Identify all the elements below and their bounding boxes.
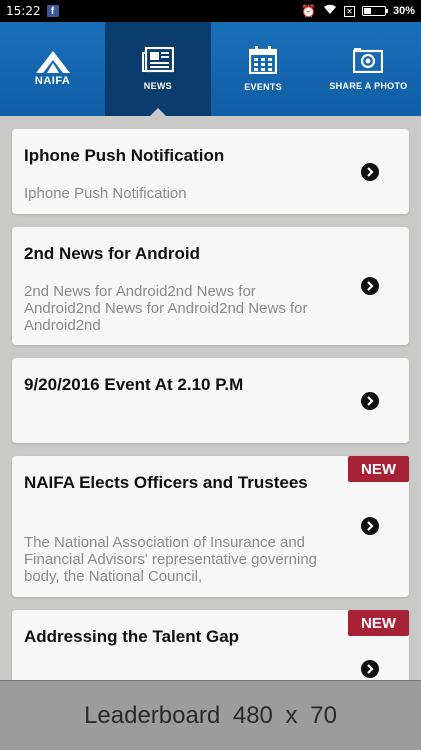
news-title: Iphone Push Notification bbox=[24, 146, 225, 165]
tab-news[interactable]: NEWS bbox=[105, 22, 211, 116]
alarm-off-icon: ⏰ bbox=[301, 4, 316, 18]
news-card[interactable]: 2nd News for Android 2nd News for Androi… bbox=[12, 227, 409, 345]
logo-text: NAIFA bbox=[34, 75, 71, 87]
no-sim-icon: ✕ bbox=[343, 5, 355, 17]
ad-leaderboard[interactable]: Leaderboard 480 x 70 bbox=[0, 680, 421, 750]
new-badge: NEW bbox=[348, 610, 409, 636]
ad-placeholder-label: Leaderboard 480 x 70 bbox=[84, 701, 337, 729]
status-bar: 15:22 f ⏰ ✕ 30% bbox=[0, 0, 421, 22]
news-summary: 2nd News for Android2nd News for Android… bbox=[24, 283, 308, 334]
newspaper-icon bbox=[141, 47, 174, 73]
battery-icon bbox=[361, 6, 388, 16]
tab-share-photo[interactable]: SHARE A PHOTO bbox=[316, 22, 421, 116]
top-navigation: NAIFA NEWS EVENTS SHARE A PHOTO bbox=[0, 22, 421, 116]
tab-news-label: NEWS bbox=[143, 81, 172, 91]
battery-percent: 30% bbox=[392, 5, 415, 17]
news-title: NAIFA Elects Officers and Trustees bbox=[24, 473, 308, 492]
naifa-logo-icon bbox=[35, 51, 70, 73]
naifa-logo-home[interactable]: NAIFA bbox=[0, 22, 105, 116]
camera-icon bbox=[353, 47, 384, 73]
news-summary: Iphone Push Notification bbox=[24, 185, 187, 202]
news-summary: The National Association of Insurance an… bbox=[24, 534, 318, 585]
tab-events[interactable]: EVENTS bbox=[211, 22, 316, 116]
chevron-right-icon[interactable] bbox=[361, 392, 379, 410]
tab-share-photo-label: SHARE A PHOTO bbox=[329, 81, 408, 91]
status-time: 15:22 bbox=[6, 4, 41, 18]
news-title: 9/20/2016 Event At 2.10 P.M bbox=[24, 375, 244, 394]
chevron-right-icon[interactable] bbox=[361, 517, 379, 535]
battery-level-fill bbox=[363, 8, 371, 14]
new-badge: NEW bbox=[348, 456, 409, 482]
news-list[interactable]: Iphone Push Notification Iphone Push Not… bbox=[0, 116, 421, 680]
wifi-icon bbox=[323, 4, 337, 18]
news-card[interactable]: 9/20/2016 Event At 2.10 P.M bbox=[12, 358, 409, 443]
facebook-notification-icon: f bbox=[46, 5, 59, 17]
status-icons: ⏰ ✕ 30% bbox=[301, 4, 415, 18]
calendar-icon bbox=[249, 46, 278, 74]
news-title: Addressing the Talent Gap bbox=[24, 627, 240, 646]
chevron-right-icon[interactable] bbox=[361, 660, 379, 678]
news-card[interactable]: NEW NAIFA Elects Officers and Trustees T… bbox=[12, 456, 409, 597]
chevron-right-icon[interactable] bbox=[361, 277, 379, 295]
news-title: 2nd News for Android bbox=[24, 244, 200, 263]
news-card[interactable]: Iphone Push Notification Iphone Push Not… bbox=[12, 129, 409, 214]
naifa-logo: NAIFA bbox=[35, 51, 71, 87]
chevron-right-icon[interactable] bbox=[361, 163, 379, 181]
news-card[interactable]: NEW Addressing the Talent Gap bbox=[12, 610, 409, 680]
tab-events-label: EVENTS bbox=[244, 82, 283, 92]
